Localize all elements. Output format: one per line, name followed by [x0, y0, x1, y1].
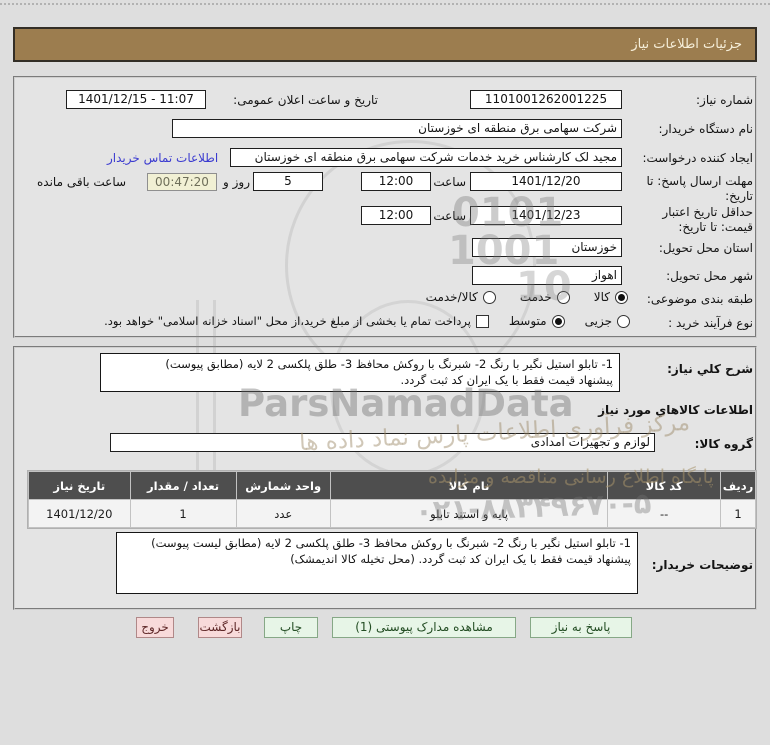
print-button[interactable]: چاپ [264, 617, 318, 638]
need-number-label: شماره نیاز: [696, 93, 753, 107]
process-type-options: جزیی متوسط پرداخت تمام یا بخشی از مبلغ خ… [104, 314, 630, 328]
cell-quantity: 1 [130, 500, 236, 527]
cell-goods-name: پایه و استند تابلو [330, 500, 608, 527]
process-option-medium[interactable]: متوسط [509, 314, 565, 328]
col-goods-name: نام کالا [330, 472, 608, 499]
radio-unselected-icon[interactable] [617, 314, 630, 328]
buyer-notes-line1: 1- تابلو استیل نگیر با رنگ 2- شبرنگ با ر… [151, 536, 631, 550]
goods-group-label: گروه کالا: [694, 437, 753, 451]
subject-option-service[interactable]: خدمت [520, 290, 570, 304]
province-input[interactable]: خوزستان [472, 238, 622, 257]
process-option-minor-label: جزیی [584, 314, 612, 328]
request-creator-input[interactable]: مجید لک کارشناس خرید خدمات شرکت سهامی بر… [230, 148, 622, 167]
days-and-label: روز و [223, 175, 250, 189]
cell-goods-code: -- [608, 500, 721, 527]
top-dotted-divider [0, 3, 770, 5]
goods-table-row: 1 -- پایه و استند تابلو عدد 1 1401/12/20 [29, 500, 755, 527]
radio-unselected-icon[interactable] [556, 290, 570, 304]
general-desc-label: شرح کلي نیاز: [667, 362, 753, 376]
treasury-payment-label: پرداخت تمام یا بخشی از مبلغ خرید،از محل … [104, 314, 471, 328]
announce-datetime-input[interactable]: 1401/12/15 - 11:07 [66, 90, 206, 109]
validity-hour-label: ساعت [433, 209, 466, 223]
buyer-notes-box[interactable]: 1- تابلو استیل نگیر با رنگ 2- شبرنگ با ر… [116, 532, 638, 594]
subject-option-goods-service[interactable]: کالا/خدمت [426, 290, 496, 304]
subject-option-goods[interactable]: کالا [594, 290, 628, 304]
process-type-label: نوع فرآیند خرید : [668, 316, 753, 330]
back-button[interactable]: بازگشت [198, 617, 242, 638]
general-desc-line2: پیشنهاد قیمت فقط با یک ایران کد ثبت گردد… [400, 373, 613, 387]
respond-to-need-button[interactable]: پاسخ به نیاز [530, 617, 632, 638]
col-count-unit: واحد شمارش [236, 472, 330, 499]
exit-button[interactable]: خروج [136, 617, 174, 638]
cell-count-unit: عدد [236, 500, 330, 527]
buyer-contact-link[interactable]: اطلاعات تماس خریدار [107, 151, 218, 165]
price-validity-label: حداقل تاریخ اعتبار قیمت: تا تاریخ: [662, 205, 753, 234]
deadline-date-input[interactable]: 1401/12/20 [470, 172, 622, 191]
general-desc-box[interactable]: 1- تابلو استیل نگیر با رنگ 2- شبرنگ با ر… [100, 353, 620, 392]
page-title: جزئیات اطلاعات نیاز [13, 27, 757, 62]
city-input[interactable]: اهواز [472, 266, 622, 285]
buyer-notes-line2: پیشنهاد قیمت فقط با یک ایران کد ثبت گردد… [290, 552, 631, 566]
cell-need-date: 1401/12/20 [29, 500, 130, 527]
subject-option-goods-label: کالا [593, 290, 610, 304]
col-row-number: ردیف [721, 472, 755, 499]
validity-date-input[interactable]: 1401/12/23 [470, 206, 622, 225]
subject-option-goods-service-label: کالا/خدمت [425, 290, 478, 304]
goods-section-title: اطلاعات کالاهاي مورد نیاز [598, 403, 753, 417]
view-attached-docs-button[interactable]: مشاهده مدارک پیوستی (1) [332, 617, 516, 638]
radio-unselected-icon[interactable] [482, 290, 496, 304]
radio-selected-icon[interactable] [551, 314, 565, 328]
request-creator-label: ایجاد کننده درخواست: [642, 151, 753, 165]
time-remaining-label: ساعت باقی مانده [37, 175, 127, 189]
buyer-org-input[interactable]: شرکت سهامی برق منطقه ای خوزستان [172, 119, 622, 138]
checkbox-unchecked-icon[interactable] [475, 314, 489, 328]
cell-row-number: 1 [721, 500, 755, 527]
process-option-minor[interactable]: جزیی [585, 314, 630, 328]
need-number-input[interactable]: 1101001262001225 [470, 90, 622, 109]
treasury-payment-option[interactable]: پرداخت تمام یا بخشی از مبلغ خرید،از محل … [104, 314, 489, 328]
deadline-label: مهلت ارسال پاسخ: تا تاریخ: [646, 174, 753, 203]
countdown-timer: 00:47:20 [147, 173, 217, 191]
buyer-notes-label: توضیحات خریدار: [651, 558, 753, 572]
province-label: استان محل تحویل: [658, 241, 753, 255]
deadline-hour-label: ساعت [433, 175, 466, 189]
col-need-date: تاریخ نیاز [29, 472, 130, 499]
goods-table: ردیف کد کالا نام کالا واحد شمارش تعداد /… [27, 470, 757, 529]
process-option-medium-label: متوسط [508, 314, 547, 328]
subject-class-options: کالا خدمت کالا/خدمت [426, 290, 628, 304]
announce-datetime-label: تاریخ و ساعت اعلان عمومی: [233, 93, 378, 107]
col-quantity: تعداد / مقدار [130, 472, 236, 499]
validity-time-input[interactable]: 12:00 [361, 206, 431, 225]
goods-table-header-row: ردیف کد کالا نام کالا واحد شمارش تعداد /… [29, 472, 755, 499]
need-details-page: جزئیات اطلاعات نیاز شماره نیاز: 11010012… [0, 0, 770, 745]
col-goods-code: کد کالا [608, 472, 721, 499]
deadline-days-input[interactable]: 5 [253, 172, 323, 191]
subject-option-service-label: خدمت [519, 290, 552, 304]
general-desc-line1: 1- تابلو استیل نگیر با رنگ 2- شبرنگ با ر… [165, 357, 613, 371]
deadline-time-input[interactable]: 12:00 [361, 172, 431, 191]
city-label: شهر محل تحویل: [666, 269, 753, 283]
goods-group-input[interactable]: لوازم و تجهیزات امدادی [110, 433, 655, 452]
radio-selected-icon[interactable] [615, 290, 628, 304]
subject-class-label: طبقه بندی موضوعی: [646, 292, 753, 306]
buyer-org-label: نام دستگاه خریدار: [658, 122, 754, 136]
